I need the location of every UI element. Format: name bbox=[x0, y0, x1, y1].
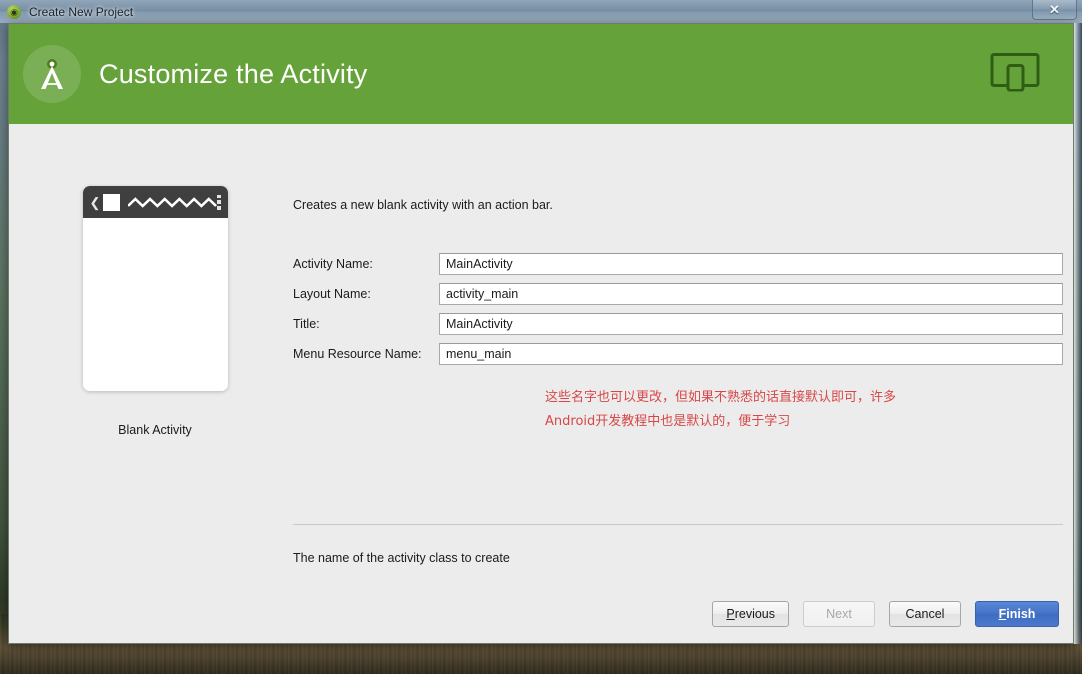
close-button[interactable]: ✕ bbox=[1032, 0, 1077, 20]
window-titlebar: ◉ Create New Project ✕ bbox=[0, 0, 1082, 23]
wizard-dialog: Customize the Activity ❮ Blank Activity … bbox=[8, 23, 1074, 644]
previous-button-label-rest: revious bbox=[734, 607, 775, 621]
finish-button-label-rest: inish bbox=[1006, 607, 1036, 621]
overflow-menu-icon bbox=[216, 194, 221, 210]
field-row-menu-resource-name: Menu Resource Name: bbox=[293, 343, 1063, 365]
layout-name-input[interactable] bbox=[439, 283, 1063, 305]
android-studio-icon: ◉ bbox=[6, 4, 22, 20]
menu-resource-name-input[interactable] bbox=[439, 343, 1063, 365]
field-help-text: The name of the activity class to create bbox=[293, 551, 510, 565]
activity-preview: ❮ Blank Activity bbox=[75, 186, 235, 437]
content-separator bbox=[293, 524, 1063, 525]
app-square-icon bbox=[103, 193, 121, 211]
cancel-button[interactable]: Cancel bbox=[889, 601, 961, 627]
title-input[interactable] bbox=[439, 313, 1063, 335]
activity-description: Creates a new blank activity with an act… bbox=[293, 198, 553, 212]
phone-preview-frame: ❮ bbox=[82, 186, 228, 391]
previous-button[interactable]: Previous bbox=[712, 601, 789, 627]
layout-name-label: Layout Name: bbox=[293, 287, 371, 301]
field-row-activity-name: Activity Name: bbox=[293, 253, 1063, 275]
preview-caption: Blank Activity bbox=[118, 423, 192, 437]
activity-name-label: Activity Name: bbox=[293, 257, 373, 271]
wizard-header: Customize the Activity bbox=[9, 24, 1073, 124]
finish-button[interactable]: Finish bbox=[975, 601, 1059, 627]
wizard-content: ❮ Blank Activity Creates a new blank act… bbox=[9, 124, 1073, 643]
wizard-button-bar: Previous Next Cancel Finish bbox=[712, 601, 1059, 627]
field-row-layout-name: Layout Name: bbox=[293, 283, 1063, 305]
next-button[interactable]: Next bbox=[803, 601, 875, 627]
window-right-edge-strip bbox=[1074, 23, 1082, 644]
preview-action-bar: ❮ bbox=[82, 186, 228, 218]
android-studio-compass-icon bbox=[23, 45, 81, 103]
page-title: Customize the Activity bbox=[99, 58, 368, 89]
field-row-title: Title: bbox=[293, 313, 1063, 335]
previous-button-mnemonic: P bbox=[726, 607, 735, 621]
tablet-and-phone-icon bbox=[990, 52, 1040, 97]
activity-name-input[interactable] bbox=[439, 253, 1063, 275]
title-label: Title: bbox=[293, 317, 320, 331]
create-new-project-window: ◉ Create New Project ✕ Customize the Act… bbox=[0, 0, 1082, 674]
red-annotation-text: 这些名字也可以更改，但如果不熟悉的话直接默认即可，许多Android开发教程中也… bbox=[545, 390, 897, 429]
activity-form: Creates a new blank activity with an act… bbox=[293, 124, 1063, 373]
menu-resource-name-label: Menu Resource Name: bbox=[293, 347, 422, 361]
window-title: Create New Project bbox=[29, 4, 134, 19]
preview-content-area bbox=[82, 218, 228, 391]
zigzag-title-icon bbox=[127, 196, 218, 208]
form-field-list: Activity Name: Layout Name: Title: Menu … bbox=[293, 253, 1063, 365]
chevron-left-icon: ❮ bbox=[89, 194, 101, 210]
